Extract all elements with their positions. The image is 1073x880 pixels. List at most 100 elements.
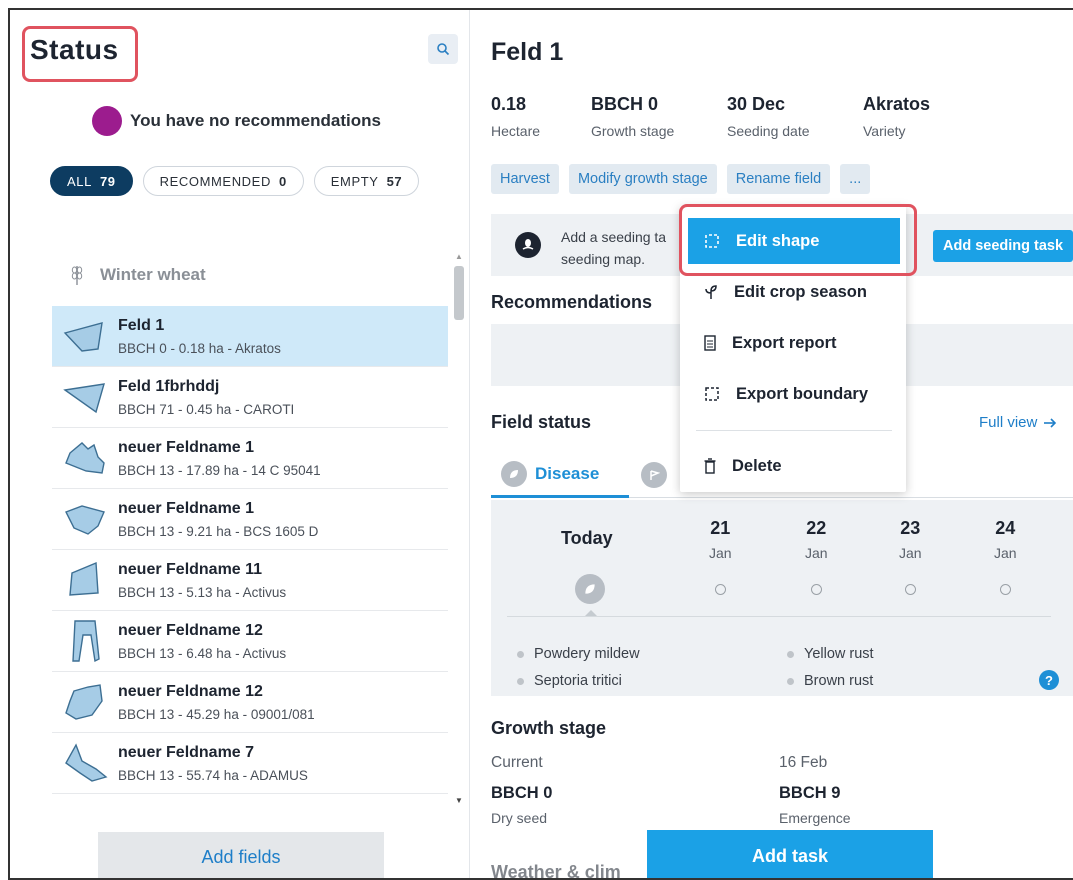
- menu-divider: [696, 430, 892, 431]
- legend-label: Brown rust: [804, 673, 874, 689]
- field-name: neuer Feldname 7: [118, 743, 255, 761]
- field-shape-icon: [60, 438, 110, 478]
- harvest-button[interactable]: Harvest: [491, 164, 559, 194]
- forecast-divider: [507, 616, 1051, 617]
- add-task-button[interactable]: Add task: [647, 830, 933, 878]
- scroll-up-arrow[interactable]: ▲: [455, 252, 463, 261]
- edit-shape-highlight-annotation: [679, 204, 917, 276]
- list-item[interactable]: neuer Feldname 1 BBCH 13 - 17.89 ha - 14 …: [52, 428, 448, 489]
- full-view-label: Full view: [979, 414, 1038, 431]
- filter-count: 57: [386, 173, 403, 189]
- forecast-circle[interactable]: [1000, 584, 1011, 595]
- forecast-day: 23 Jan: [899, 518, 922, 561]
- list-item[interactable]: neuer Feldname 12 BBCH 13 - 45.29 ha - 09…: [52, 672, 448, 733]
- forecast-day: 21 Jan: [709, 518, 732, 561]
- list-item[interactable]: neuer Feldname 1 BBCH 13 - 9.21 ha - BCS …: [52, 489, 448, 550]
- field-details: BBCH 13 - 45.29 ha - 09001/081: [118, 706, 315, 722]
- seed-icon: [515, 232, 541, 258]
- day-number: 24: [995, 518, 1016, 538]
- legend-dot: [517, 677, 524, 685]
- filter-pills: ALL 79 RECOMMENDED 0 EMPTY 57: [50, 166, 420, 196]
- scrollbar[interactable]: ▲ ▼: [452, 252, 466, 812]
- tab-pest[interactable]: [641, 452, 667, 498]
- search-button[interactable]: [428, 34, 458, 64]
- list-item[interactable]: neuer Feldname 12 BBCH 13 - 6.48 ha - Act…: [52, 611, 448, 672]
- field-name: neuer Feldname 1: [118, 438, 255, 456]
- stat-value: 0.18: [491, 94, 527, 114]
- filter-count: 79: [99, 173, 116, 189]
- field-name: neuer Feldname 1: [118, 499, 255, 517]
- field-shape-icon: [60, 560, 110, 600]
- growth-stage-title: Growth stage: [491, 718, 607, 738]
- field-title: Feld 1: [491, 38, 564, 66]
- field-details: BBCH 13 - 5.13 ha - Activus: [118, 584, 287, 600]
- weather-title: Weather & clim: [491, 862, 621, 880]
- list-item[interactable]: neuer Feldname 11 BBCH 13 - 5.13 ha - Act…: [52, 550, 448, 611]
- menu-item-export-boundary[interactable]: Export boundary: [680, 370, 906, 418]
- rename-field-button[interactable]: Rename field: [726, 164, 831, 194]
- forecast-circle[interactable]: [715, 584, 726, 595]
- filter-label: EMPTY: [330, 173, 379, 189]
- field-name: Feld 1fbrhddj: [118, 377, 220, 395]
- field-shape-icon: [60, 499, 110, 539]
- list-item[interactable]: Feld 1fbrhddj BBCH 71 - 0.45 ha - CAROTI: [52, 367, 448, 428]
- pest-icon: [641, 462, 667, 488]
- current-stage: BBCH 0: [491, 784, 553, 802]
- menu-item-export-report[interactable]: Export report: [680, 319, 906, 367]
- stat-variety: Akratos Variety: [863, 94, 983, 139]
- filter-recommended[interactable]: RECOMMENDED 0: [142, 166, 304, 196]
- forecast-today: Today: [561, 528, 613, 549]
- field-details: BBCH 71 - 0.45 ha - CAROTI: [118, 401, 295, 417]
- seeding-text-line: seeding map.: [561, 251, 646, 267]
- list-item[interactable]: Feld 1 BBCH 0 - 0.18 ha - Akratos: [52, 306, 448, 367]
- crop-group-label: Winter wheat: [100, 265, 206, 284]
- scroll-down-arrow[interactable]: ▼: [455, 796, 463, 805]
- day-number: 22: [806, 518, 827, 538]
- stat-value: BBCH 0: [591, 94, 659, 114]
- day-month: Jan: [899, 545, 922, 561]
- day-month: Jan: [805, 545, 828, 561]
- add-seeding-task-button[interactable]: Add seeding task: [933, 230, 1073, 262]
- menu-item-label: Export report: [732, 333, 837, 352]
- more-actions-button[interactable]: ...: [840, 164, 871, 194]
- legend-label: Powdery mildew: [534, 646, 640, 662]
- scroll-thumb[interactable]: [454, 266, 464, 320]
- field-shape-icon: [60, 743, 110, 783]
- stat-label: Hectare: [491, 123, 541, 139]
- field-name: neuer Feldname 12: [118, 621, 263, 639]
- today-disease-icon[interactable]: [575, 574, 605, 604]
- filter-empty[interactable]: EMPTY 57: [313, 166, 420, 196]
- stat-seeding-date: 30 Dec Seeding date: [727, 94, 863, 139]
- stat-value: 30 Dec: [727, 94, 786, 114]
- field-status-title: Field status: [491, 412, 592, 432]
- wheat-icon: [71, 266, 83, 285]
- help-icon[interactable]: ?: [1039, 670, 1059, 690]
- next-stage-date: 16 Feb: [779, 754, 828, 771]
- search-icon: [437, 43, 450, 56]
- stat-hectare: 0.18 Hectare: [491, 94, 591, 139]
- field-details: BBCH 0 - 0.18 ha - Akratos: [118, 340, 281, 356]
- add-fields-button[interactable]: Add fields: [98, 832, 384, 878]
- list-item[interactable]: neuer Feldname 7 BBCH 13 - 55.74 ha - ADA…: [52, 733, 448, 794]
- full-view-link[interactable]: Full view: [979, 414, 1057, 431]
- recommendation-status: You have no recommendations: [92, 106, 381, 136]
- field-stats: 0.18 Hectare BBCH 0 Growth stage 30 Dec See…: [491, 94, 983, 139]
- modify-growth-stage-button[interactable]: Modify growth stage: [568, 164, 717, 194]
- stat-value: Akratos: [863, 94, 931, 114]
- arrow-right-icon: [1044, 417, 1057, 428]
- tab-disease[interactable]: Disease: [491, 452, 629, 498]
- field-shape-icon: [60, 377, 110, 417]
- field-name: neuer Feldname 11: [118, 560, 263, 578]
- report-icon: [704, 335, 716, 351]
- disease-icon: [501, 460, 527, 487]
- legend-dot: [787, 650, 794, 658]
- forecast-circle[interactable]: [811, 584, 822, 595]
- filter-label: ALL: [67, 173, 92, 189]
- field-details: BBCH 13 - 55.74 ha - ADAMUS: [118, 767, 308, 783]
- legend-item: Yellow rust: [787, 646, 874, 662]
- stat-growth-stage: BBCH 0 Growth stage: [591, 94, 727, 139]
- filter-all[interactable]: ALL 79: [50, 166, 133, 196]
- forecast-circle[interactable]: [905, 584, 916, 595]
- recommendation-text: You have no recommendations: [130, 111, 381, 130]
- menu-item-delete[interactable]: Delete: [680, 442, 906, 490]
